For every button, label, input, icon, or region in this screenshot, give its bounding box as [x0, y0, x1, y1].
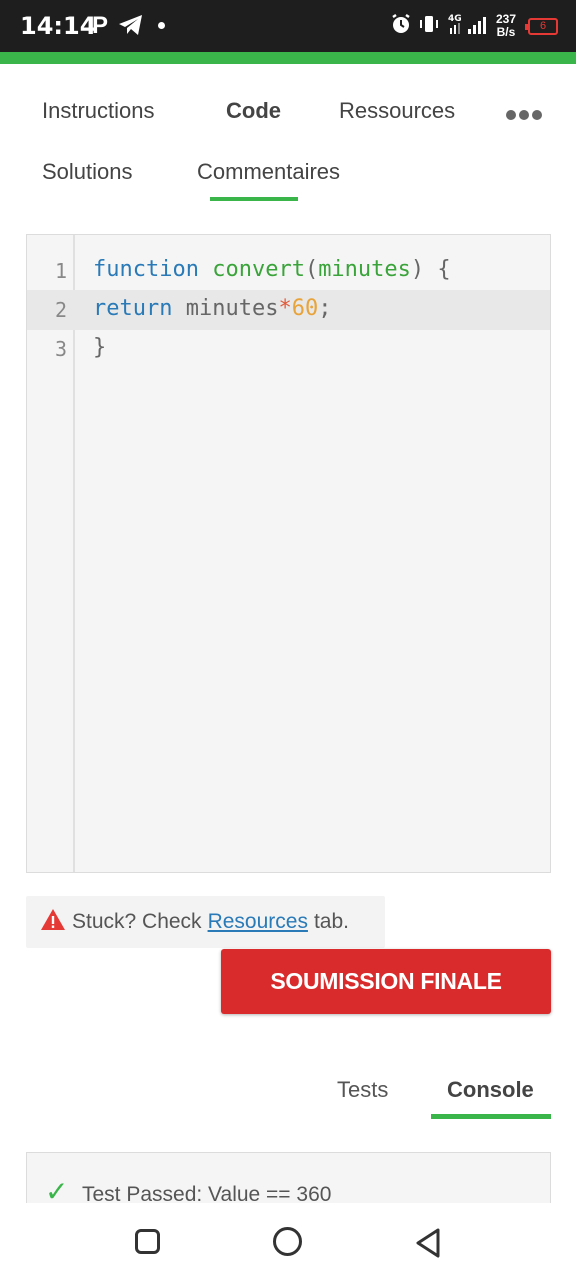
tab-console[interactable]: Console: [447, 1077, 534, 1103]
notification-dot-icon: [158, 22, 165, 29]
line-number: 3: [54, 337, 67, 361]
code-text: return minutes*60;: [93, 296, 331, 321]
hint-suffix: tab.: [313, 910, 349, 933]
line-number: 1: [54, 259, 67, 283]
final-submit-button[interactable]: SOUMISSION FINALE: [221, 949, 551, 1014]
code-token: return: [93, 296, 173, 321]
code-token: minutes: [318, 257, 411, 282]
recent-apps-icon[interactable]: [135, 1229, 160, 1254]
tab-code[interactable]: Code: [226, 98, 281, 124]
tab-instructions[interactable]: Instructions: [42, 98, 155, 124]
network-speed: 237 B/s: [496, 13, 516, 39]
code-token: ;: [318, 296, 332, 321]
line-number: 2: [54, 298, 67, 322]
svg-text:4G: 4G: [448, 14, 462, 24]
parking-icon: P: [92, 12, 109, 39]
header-accent-bar: [0, 52, 576, 64]
code-token: function: [93, 257, 199, 282]
speed-unit: B/s: [496, 25, 516, 39]
alarm-icon: [390, 13, 412, 40]
code-text: function convert(minutes) {: [93, 257, 451, 282]
system-nav-bar: [0, 1203, 576, 1280]
tab-comments[interactable]: Commentaires: [197, 159, 340, 185]
code-line[interactable]: 3}: [27, 329, 550, 369]
active-tab-indicator: [210, 197, 298, 201]
code-token: (: [304, 257, 319, 282]
more-options-icon[interactable]: [506, 110, 542, 120]
tab-resources[interactable]: Ressources: [339, 98, 455, 124]
status-time: 14:14: [20, 12, 97, 40]
code-token: ) {: [410, 257, 451, 282]
active-bottom-tab-indicator: [431, 1114, 551, 1119]
code-token: }: [93, 335, 107, 360]
tab-solutions[interactable]: Solutions: [42, 159, 133, 185]
resources-link[interactable]: Resources: [208, 910, 308, 934]
battery-icon: 6: [525, 17, 558, 35]
status-bar: 14:14 P 4G 237 B/s 6: [0, 0, 576, 52]
code-text: }: [93, 335, 106, 360]
speed-value: 237: [495, 12, 516, 26]
tab-tests[interactable]: Tests: [337, 1077, 388, 1103]
signal-4g-icon: 4G: [446, 12, 490, 41]
code-line[interactable]: 1 function convert(minutes) {: [27, 251, 550, 291]
home-icon[interactable]: [273, 1227, 302, 1256]
telegram-icon: [118, 14, 144, 41]
code-token: *: [278, 296, 292, 321]
back-icon[interactable]: [414, 1227, 442, 1264]
code-token: convert: [212, 257, 305, 282]
code-line[interactable]: 2 return minutes*60;: [27, 290, 550, 330]
code-token: 60: [291, 296, 319, 321]
code-editor[interactable]: 1 function convert(minutes) {2 return minu…: [26, 234, 551, 873]
status-right: 4G 237 B/s 6: [390, 10, 558, 42]
warning-icon: [40, 908, 66, 937]
stuck-hint: Stuck? Check Resources tab.: [26, 896, 385, 948]
hint-prefix: Stuck? Check: [72, 910, 202, 933]
vibrate-icon: [418, 13, 440, 40]
code-token: minutes: [172, 296, 279, 321]
